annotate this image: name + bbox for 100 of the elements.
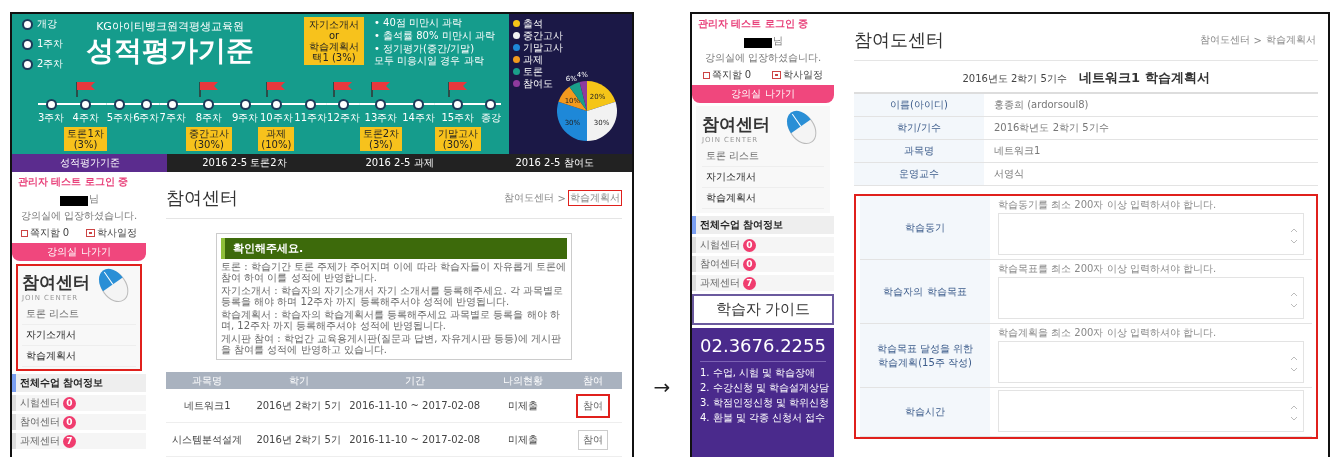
- calendar-icon: [772, 71, 782, 79]
- center-link[interactable]: 과제센터 7: [692, 275, 834, 291]
- mailbox-link[interactable]: 쪽지함 0: [20, 226, 70, 240]
- name-suffix: 님: [772, 34, 783, 48]
- table-cell-text: 네트워크1: [183, 398, 232, 413]
- timeline-dot: [413, 98, 424, 110]
- learner-guide-button[interactable]: 학습자 가이드: [692, 294, 834, 325]
- field-label: 학습동기: [860, 196, 990, 259]
- mailbox-link[interactable]: 쪽지함 0: [702, 68, 752, 82]
- timeline-dot: [22, 38, 33, 50]
- exit-classroom-button[interactable]: 강의실 나가기: [692, 85, 834, 103]
- text-area-field[interactable]: [998, 341, 1304, 383]
- field-value: 네트워크1: [993, 144, 1042, 158]
- timeline-dot: [140, 98, 152, 110]
- checkbox-icon: [702, 71, 710, 79]
- legend-label: 참여도: [522, 78, 553, 89]
- score-tag: 기말고사 (30%): [434, 127, 481, 151]
- flag-icon: [369, 81, 392, 97]
- center-link[interactable]: 참여센터 0: [692, 256, 834, 272]
- center-label: 시험센터: [20, 396, 60, 410]
- breadcrumb-link[interactable]: 참여도센터: [501, 190, 556, 206]
- timeline-dot: [375, 98, 387, 110]
- page-title: 참여도센터: [854, 28, 944, 52]
- field-value: 서영식: [993, 167, 1025, 181]
- breadcrumb-link[interactable]: 학습계획서: [1264, 32, 1318, 48]
- scroll-arrows-icon: [1290, 355, 1298, 373]
- score-tag: 중간고사 (30%): [185, 127, 232, 151]
- welcome-text: 강의실에 입장하셨습니다.: [19, 209, 139, 223]
- legend-label: 기말고사: [522, 42, 563, 53]
- table-cell: 2016-11-10 ~ 2017-02-08: [348, 434, 482, 445]
- breadcrumb-link[interactable]: 참여도센터: [1197, 32, 1252, 48]
- banner-title: 성적평가기준: [86, 34, 254, 68]
- score-tag: 토론2차 (3%): [359, 127, 403, 151]
- notice-text: 학습계획서 : 학습자의 학습계획서를 등록해주세요 과목별로 등록을 해야 하며, 12주차 까지 등록해주셔야 성적에 반영됩니다.: [221, 309, 561, 331]
- flag-icon: [74, 81, 97, 97]
- count-badge: 7: [743, 276, 756, 290]
- center-link[interactable]: 시험센터 0: [692, 237, 834, 253]
- count-badge: 0: [743, 257, 756, 271]
- welcome-text: 강의실에 입장하셨습니다.: [703, 51, 823, 65]
- timeline-dot: [203, 98, 215, 110]
- breadcrumb-separator: >: [1253, 34, 1262, 46]
- stop-label: 11주차: [294, 111, 327, 125]
- schedule-link[interactable]: 학사일정: [86, 226, 138, 240]
- stop-label: 13주차: [364, 111, 398, 125]
- legend-label: 중간고사: [522, 30, 563, 41]
- column-header: 기간: [403, 373, 426, 388]
- document-title: 네트워크1 학습계획서: [1078, 69, 1210, 87]
- table-cell: 2016-11-10 ~ 2017-02-08: [348, 400, 482, 411]
- flag-icon: [446, 81, 469, 97]
- table-cell-text: 시스템분석설계: [171, 432, 244, 447]
- join-button[interactable]: 참여: [575, 393, 610, 418]
- note-tag: 자기소개서 or 학습계획서 택1 (3%): [304, 17, 364, 65]
- column-header: 참여: [581, 373, 604, 388]
- count-badge: 0: [743, 238, 756, 252]
- menu-link[interactable]: 자기소개서: [22, 325, 136, 346]
- center-label: 참여센터: [700, 257, 740, 271]
- center-link[interactable]: 참여센터 0: [12, 414, 146, 430]
- notice-title: 확인해주세요.: [221, 238, 567, 259]
- flag-icon: [332, 81, 355, 97]
- menu-link[interactable]: 토론 리스트: [702, 146, 824, 167]
- breadcrumb-link[interactable]: 학습계획서: [568, 190, 622, 206]
- menu-link[interactable]: 학습계획서: [22, 346, 136, 367]
- menu-link[interactable]: 학습계획서: [702, 188, 824, 209]
- menu-link[interactable]: 자기소개서: [702, 167, 824, 188]
- rule-item: • 40점 미만시 과락: [374, 17, 464, 29]
- flag-icon: [197, 81, 220, 97]
- tab[interactable]: 2016 2-5 참여도: [477, 154, 632, 172]
- tab[interactable]: 성적평가기준: [12, 154, 167, 172]
- center-label: 과제센터: [700, 276, 740, 290]
- field-label: 학기/기수: [854, 117, 984, 139]
- text-area-field[interactable]: [998, 213, 1304, 255]
- tab[interactable]: 2016 2-5 과제: [322, 154, 477, 172]
- page-title: 참여센터: [166, 186, 238, 210]
- tab[interactable]: 2016 2-5 토론2차: [167, 154, 322, 172]
- stop-label: 5주차: [106, 111, 134, 125]
- flag-icon: [265, 81, 288, 97]
- timeline-dot: [167, 98, 179, 110]
- field-label: 과목명: [854, 140, 984, 162]
- service-item: 4. 환불 및 각종 신청서 접수: [700, 411, 826, 425]
- timeline-dot: [114, 98, 126, 110]
- field-label: 학습시간: [860, 388, 990, 436]
- timeline-dot: [22, 18, 33, 30]
- center-link[interactable]: 시험센터 0: [12, 395, 146, 411]
- service-item: 1. 수업, 시험 및 학습장애: [700, 366, 817, 380]
- stop-label: 8주차: [195, 111, 223, 125]
- rule-item: • 출석률 80% 미만시 과락: [374, 30, 495, 42]
- text-area-field[interactable]: [998, 390, 1304, 432]
- timeline-dot: [239, 98, 251, 110]
- redacted-block: [59, 196, 88, 206]
- schedule-link[interactable]: 학사일정: [772, 68, 824, 82]
- menu-link[interactable]: 토론 리스트: [22, 304, 136, 325]
- field-value: 2016학년도 2학기 5기수: [993, 121, 1110, 135]
- stop-label: 14주차: [402, 111, 435, 125]
- score-tag: 토론1차 (3%): [64, 127, 107, 151]
- center-link[interactable]: 과제센터 7: [12, 433, 146, 449]
- legend-label: 토론: [522, 66, 543, 77]
- join-button[interactable]: 참여: [577, 429, 608, 450]
- exit-classroom-button[interactable]: 강의실 나가기: [12, 243, 146, 261]
- text-area-field[interactable]: [998, 277, 1304, 319]
- panel-title: 참여센터: [702, 112, 770, 136]
